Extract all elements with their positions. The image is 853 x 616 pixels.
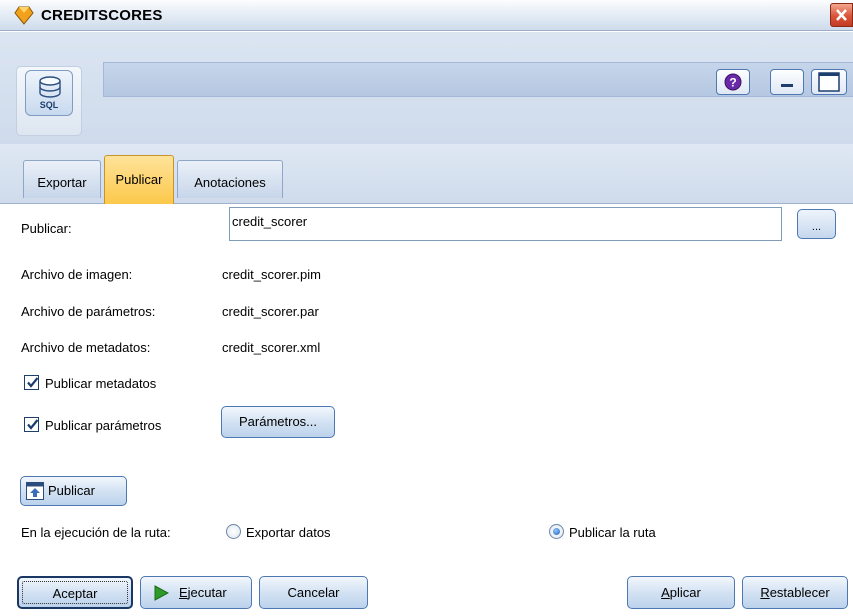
metadata-file-value: credit_scorer.xml	[222, 340, 321, 355]
publish-params-label: Publicar parámetros	[45, 418, 162, 433]
run-label: Ejecutar	[179, 577, 227, 608]
help-button[interactable]: ?	[716, 69, 750, 95]
apply-mnemonic: A	[661, 585, 670, 600]
window-title: CREDITSCORES	[41, 7, 163, 24]
dialog-header: SQL ?	[0, 32, 853, 144]
close-button[interactable]	[830, 3, 853, 27]
node-icon-frame: SQL	[16, 66, 82, 136]
publish-label: Publicar:	[21, 221, 72, 236]
reset-label-rest: establecer	[769, 585, 830, 600]
tab-label: Publicar	[115, 172, 163, 187]
ok-button[interactable]: Aceptar	[17, 576, 133, 609]
close-icon	[836, 9, 847, 21]
export-data-label: Exportar datos	[246, 525, 331, 540]
metadata-file-label: Archivo de metadatos:	[21, 340, 151, 355]
checkmark-icon	[27, 419, 39, 430]
run-button[interactable]: Ejecutar	[140, 576, 252, 609]
publish-now-label: Publicar	[48, 483, 95, 498]
publish-icon	[26, 482, 44, 500]
play-icon	[154, 585, 169, 601]
tab-publicar[interactable]: Publicar	[104, 155, 174, 204]
apply-button[interactable]: Aplicar	[627, 576, 735, 609]
diamond-node-icon	[14, 6, 34, 25]
run-mnemonic: E	[179, 585, 188, 600]
tab-label: Exportar	[37, 175, 87, 190]
maximize-button[interactable]	[811, 69, 847, 95]
tab-exportar[interactable]: Exportar	[23, 160, 101, 198]
apply-label-rest: plicar	[669, 585, 701, 600]
browse-button[interactable]: ...	[797, 209, 836, 239]
help-icon: ?	[724, 73, 742, 91]
publish-route-label: Publicar la ruta	[569, 525, 656, 540]
publish-now-button[interactable]: Publicar	[20, 476, 127, 506]
export-data-radio[interactable]	[226, 524, 241, 539]
cancel-button[interactable]: Cancelar	[259, 576, 368, 609]
apply-label: Aplicar	[661, 585, 701, 600]
publish-route-radio[interactable]	[549, 524, 564, 539]
maximize-icon	[818, 72, 840, 92]
params-file-value: credit_scorer.par	[222, 304, 319, 319]
ok-label: Aceptar	[52, 586, 98, 601]
database-sql-icon: SQL	[25, 70, 73, 116]
image-file-value: credit_scorer.pim	[222, 267, 321, 282]
tab-anotaciones[interactable]: Anotaciones	[177, 160, 283, 198]
node-icon-label: SQL	[39, 100, 59, 110]
tab-label: Anotaciones	[194, 175, 266, 190]
title-bar: CREDITSCORES	[0, 0, 853, 31]
minimize-icon	[781, 84, 793, 87]
reset-label: Restablecer	[760, 585, 829, 600]
run-label-rest: jecutar	[187, 585, 227, 600]
checkmark-icon	[27, 377, 39, 388]
params-file-label: Archivo de parámetros:	[21, 304, 156, 319]
reset-button[interactable]: Restablecer	[742, 576, 848, 609]
publish-metadata-label: Publicar metadatos	[45, 376, 157, 391]
minimize-button[interactable]	[770, 69, 804, 95]
svg-text:?: ?	[729, 76, 736, 90]
parameters-button[interactable]: Parámetros...	[221, 406, 335, 438]
publish-metadata-checkbox[interactable]	[24, 375, 39, 390]
image-file-label: Archivo de imagen:	[21, 267, 133, 282]
execution-label: En la ejecución de la ruta:	[21, 525, 171, 540]
tab-content-panel	[0, 204, 853, 616]
publish-params-checkbox[interactable]	[24, 417, 39, 432]
publish-name-input[interactable]: credit_scorer	[229, 207, 782, 241]
reset-mnemonic: R	[760, 585, 770, 600]
